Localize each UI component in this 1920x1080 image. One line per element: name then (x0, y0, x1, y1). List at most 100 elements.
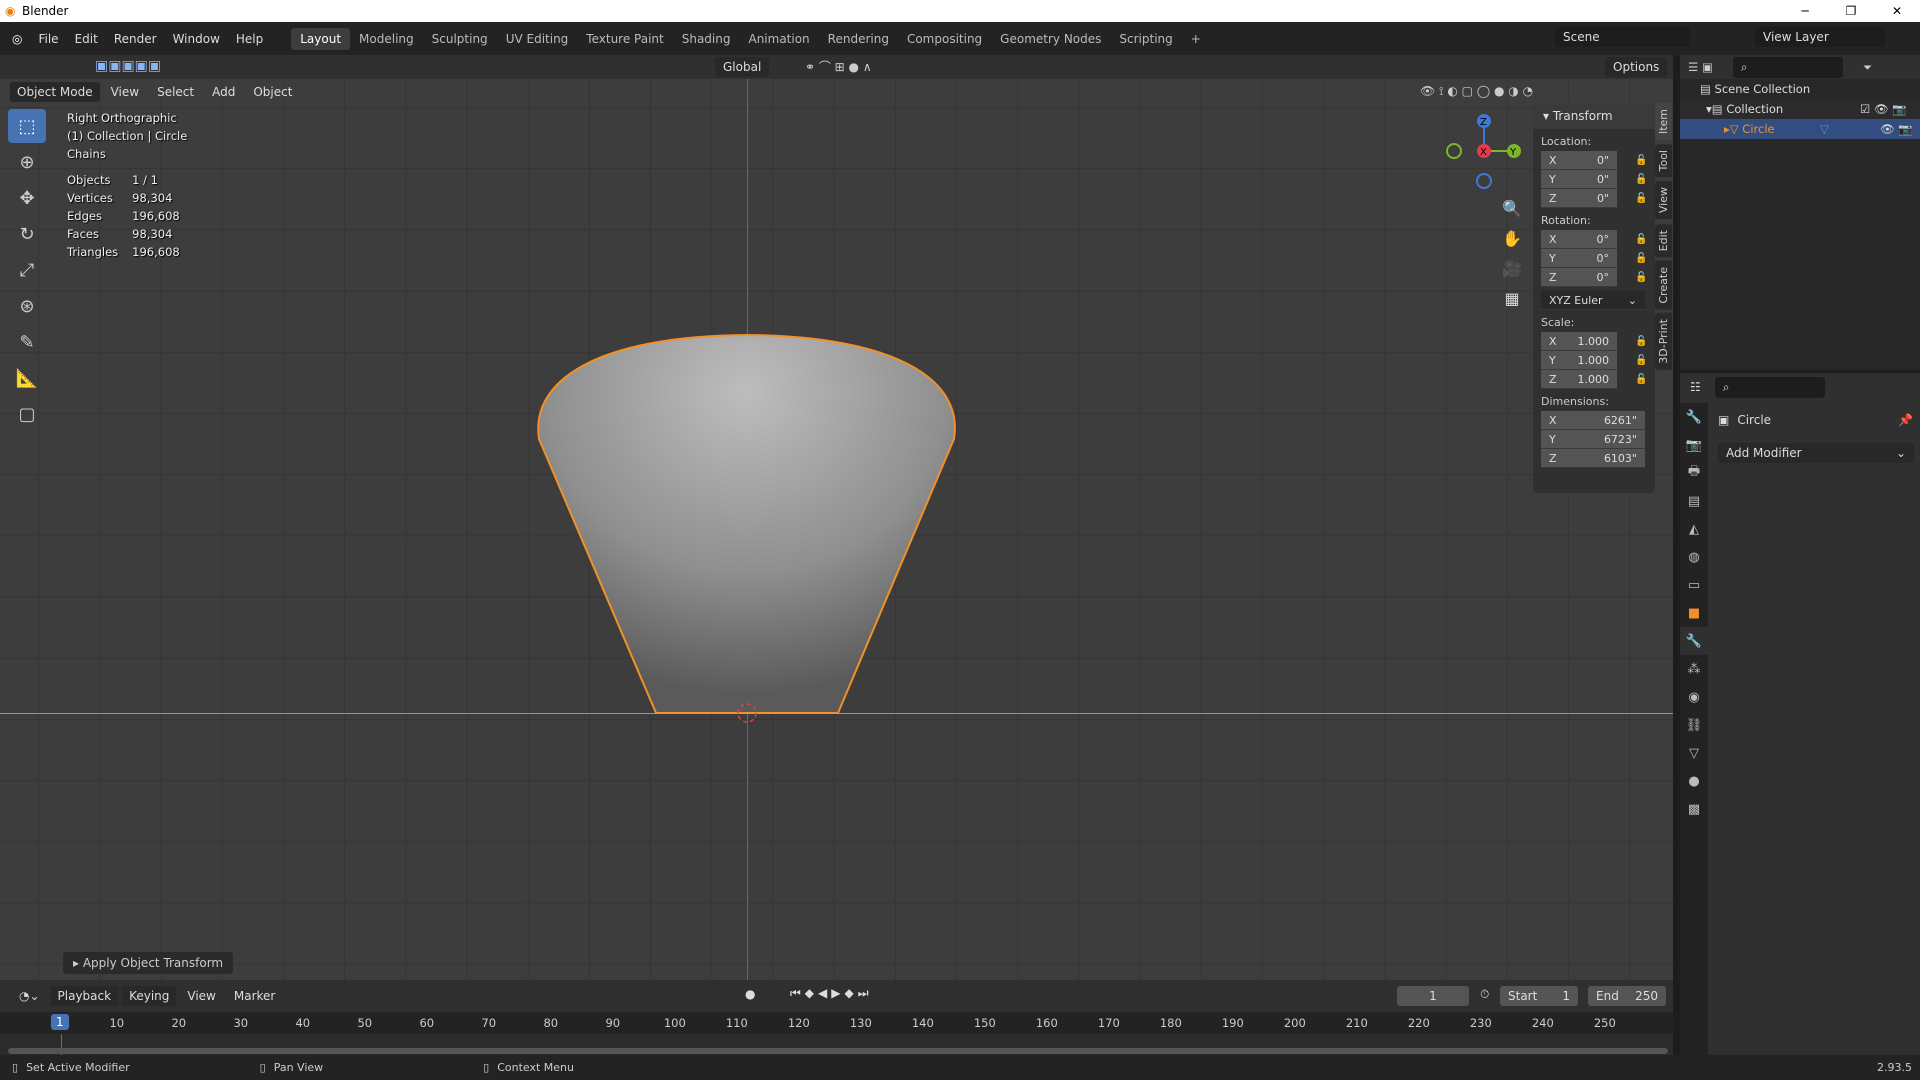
scale-y-field[interactable]: Y 1.000 🔓 (1541, 351, 1647, 370)
tab-item[interactable]: Item (1655, 103, 1672, 141)
menu-playback[interactable]: Playback (50, 986, 119, 1006)
scene-tab-icon[interactable]: ◭ (1680, 515, 1708, 543)
add-workspace-button[interactable]: + (1182, 28, 1210, 50)
tab-layout[interactable]: Layout (291, 27, 351, 50)
last-operator-panel[interactable]: ▸ Apply Object Transform (63, 952, 234, 974)
tab-create[interactable]: Create (1655, 260, 1672, 310)
tab-3d-print[interactable]: 3D-Print (1655, 313, 1672, 371)
constraints-tab-icon[interactable]: ⛓ (1680, 711, 1708, 739)
view-layer-selector[interactable]: View Layer (1755, 27, 1885, 47)
end-frame-field[interactable]: End 250 (1588, 986, 1666, 1006)
minimize-button[interactable]: ─ (1782, 0, 1828, 22)
rotation-z-field[interactable]: Z 0° 🔓 (1541, 268, 1647, 287)
select-box-tool-icon[interactable]: ⬚ (8, 109, 46, 143)
frame-ruler[interactable]: 1 10 20 30 40 50 60 70 80 90 100 110 120 130 140 150 16… (0, 1012, 1673, 1034)
current-frame-field[interactable]: 1 (1397, 986, 1469, 1006)
mode-dropdown[interactable]: Object Mode (10, 82, 100, 102)
texture-tab-icon[interactable]: ▩ (1680, 795, 1708, 823)
measure-tool-icon[interactable]: 📐 (8, 361, 46, 395)
annotate-tool-icon[interactable]: ✎ (8, 325, 46, 359)
view-layer-tab-icon[interactable]: ▤ (1680, 487, 1708, 515)
outliner-scene-collection[interactable]: ▤ Scene Collection (1680, 79, 1920, 99)
output-tab-icon[interactable]: 🖶 (1680, 459, 1708, 487)
outliner-collection[interactable]: ▾ ▤ Collection ☑ 👁 📷 (1680, 99, 1920, 119)
transform-header[interactable]: ▾ Transform (1533, 103, 1655, 129)
start-frame-field[interactable]: Start 1 (1500, 986, 1578, 1006)
menu-keying[interactable]: Keying (122, 986, 177, 1006)
tab-uv-editing[interactable]: UV Editing (497, 28, 578, 50)
menu-select[interactable]: Select (150, 82, 201, 102)
rotation-y-field[interactable]: Y 0° 🔓 (1541, 249, 1647, 268)
tab-compositing[interactable]: Compositing (898, 28, 991, 50)
menu-render[interactable]: Render (106, 32, 165, 46)
cursor-tool-icon[interactable]: ⊕ (8, 145, 46, 179)
keyframe-record-icon[interactable]: ● (745, 987, 755, 1001)
tab-texture-paint[interactable]: Texture Paint (577, 28, 672, 50)
location-y-field[interactable]: Y 0" 🔓 (1541, 170, 1647, 189)
world-tab-icon[interactable]: ◍ (1680, 543, 1708, 571)
orientation-dropdown[interactable]: Global (715, 57, 770, 77)
circle-mesh[interactable] (0, 79, 1673, 980)
outliner-search-input[interactable]: ⌕ (1732, 56, 1843, 78)
close-button[interactable]: ✕ (1874, 0, 1920, 22)
menu-help[interactable]: Help (228, 32, 271, 46)
tab-sculpting[interactable]: Sculpting (423, 28, 497, 50)
playback-controls[interactable]: ⏮◆◀▶◆⏭ (790, 986, 873, 1001)
tab-animation[interactable]: Animation (739, 28, 818, 50)
viewport-nav-buttons[interactable]: 🔍 ✋ 🎥 ▦ (1500, 194, 1524, 314)
shading-buttons[interactable]: 👁 ⟟ ◐ ▢ ◯ ● ◑ ◔ (1420, 84, 1533, 99)
physics-tab-icon[interactable]: ◉ (1680, 683, 1708, 711)
rotate-tool-icon[interactable]: ↻ (8, 217, 46, 251)
dimensions-y-field[interactable]: Y 6723" (1541, 430, 1645, 449)
location-z-field[interactable]: Z 0" 🔓 (1541, 189, 1647, 208)
tab-geometry-nodes[interactable]: Geometry Nodes (991, 28, 1110, 50)
properties-search-input[interactable]: ⌕ (1714, 376, 1825, 398)
tab-tool[interactable]: Tool (1655, 144, 1672, 178)
modifier-tab-icon[interactable]: 🔧 (1680, 627, 1708, 655)
dimensions-x-field[interactable]: X 6261" (1541, 411, 1645, 430)
blender-menu-icon[interactable]: ◎ (0, 32, 30, 46)
data-tab-icon[interactable]: ▽ (1680, 739, 1708, 767)
scale-z-field[interactable]: Z 1.000 🔓 (1541, 370, 1647, 389)
menu-object[interactable]: Object (246, 82, 299, 102)
scale-x-field[interactable]: X 1.000 🔓 (1541, 332, 1647, 351)
tab-modeling[interactable]: Modeling (350, 28, 423, 50)
tab-shading[interactable]: Shading (673, 28, 740, 50)
location-x-field[interactable]: X 0" 🔓 (1541, 151, 1647, 170)
particles-tab-icon[interactable]: ⁂ (1680, 655, 1708, 683)
tab-edit[interactable]: Edit (1655, 223, 1672, 257)
object-tab-icon[interactable]: ■ (1680, 599, 1708, 627)
editor-type-icon[interactable]: ◔⌄ (12, 986, 47, 1006)
playhead[interactable]: 1 (51, 1014, 69, 1030)
tab-view[interactable]: View (1655, 181, 1672, 220)
transform-tool-icon[interactable]: ⊛ (8, 289, 46, 323)
add-cube-tool-icon[interactable]: ▢ (8, 397, 46, 431)
menu-window[interactable]: Window (165, 32, 228, 46)
menu-file[interactable]: File (30, 32, 66, 46)
select-mode-icons[interactable]: ▣▣▣▣▣ (95, 58, 161, 74)
menu-view[interactable]: View (180, 986, 222, 1006)
tool-tab-icon[interactable]: 🔧 (1680, 403, 1708, 431)
tab-rendering[interactable]: Rendering (819, 28, 898, 50)
menu-marker[interactable]: Marker (227, 986, 282, 1006)
material-tab-icon[interactable]: ● (1680, 767, 1708, 795)
rotation-mode-dropdown[interactable]: XYZ Euler ⌄ (1541, 291, 1645, 310)
outliner-object-circle[interactable]: ▸ ▽ Circle ▽ 👁 📷 (1680, 119, 1920, 139)
navigation-gizmo[interactable]: Z Y X (1440, 109, 1530, 199)
rotation-x-field[interactable]: X 0° 🔓 (1541, 230, 1647, 249)
menu-add[interactable]: Add (205, 82, 242, 102)
render-tab-icon[interactable]: 📷 (1680, 431, 1708, 459)
scale-tool-icon[interactable]: ⤢ (8, 253, 46, 287)
move-tool-icon[interactable]: ✥ (8, 181, 46, 215)
tab-scripting[interactable]: Scripting (1110, 28, 1181, 50)
pivot-snap-icons[interactable]: ⚭ ⌒ ⊞ ● ∧ (805, 58, 872, 75)
add-modifier-dropdown[interactable]: Add Modifier ⌄ (1718, 443, 1914, 463)
menu-view[interactable]: View (104, 82, 146, 102)
timeline-scrollbar[interactable] (8, 1048, 1668, 1054)
collection-tab-icon[interactable]: ▭ (1680, 571, 1708, 599)
scene-selector[interactable]: Scene (1555, 27, 1690, 47)
3d-viewport[interactable]: Object Mode View Select Add Object 👁 ⟟ ◐… (0, 79, 1673, 980)
dimensions-z-field[interactable]: Z 6103" (1541, 449, 1645, 468)
menu-edit[interactable]: Edit (67, 32, 106, 46)
restore-button[interactable]: ❐ (1828, 0, 1874, 22)
